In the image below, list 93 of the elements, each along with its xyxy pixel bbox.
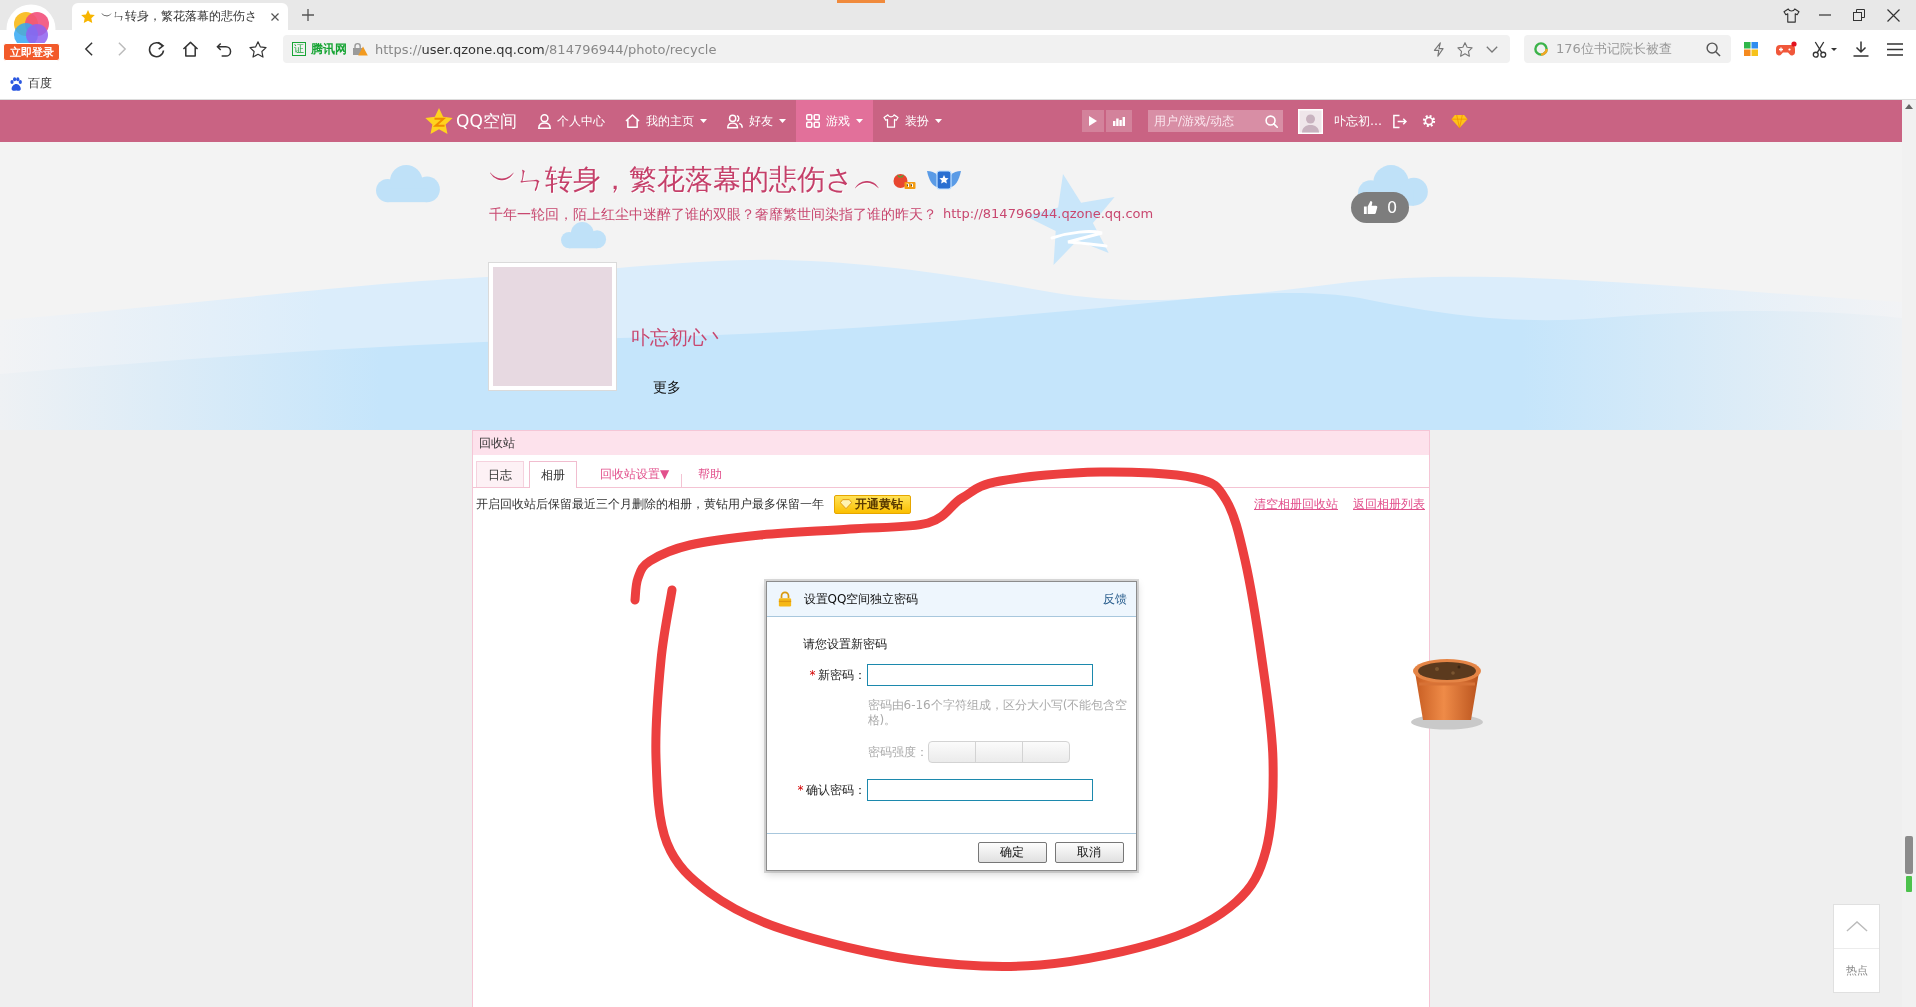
space-url-link[interactable]: http://814796944.qzone.qq.com bbox=[943, 205, 1154, 223]
undo-icon[interactable] bbox=[216, 41, 232, 57]
prompt-text: 请您设置新密码 bbox=[802, 637, 887, 652]
star-logo-icon bbox=[425, 108, 453, 134]
shirt-icon bbox=[882, 114, 899, 128]
album-list-link[interactable]: 返回相册列表 bbox=[1353, 495, 1425, 513]
like-button[interactable]: 0 bbox=[1351, 192, 1409, 223]
gamepad-icon[interactable] bbox=[1775, 41, 1797, 57]
nav-item[interactable]: 好友 bbox=[716, 100, 796, 142]
scissors-icon[interactable] bbox=[1811, 40, 1827, 58]
password-input[interactable] bbox=[866, 664, 1093, 686]
site-name: 腾讯网 bbox=[311, 40, 347, 58]
caret-icon[interactable] bbox=[1830, 47, 1837, 51]
play-button[interactable] bbox=[1082, 110, 1104, 132]
lock-warning-icon bbox=[352, 42, 368, 56]
avatar-icon[interactable] bbox=[1298, 108, 1323, 134]
lock-icon bbox=[777, 591, 792, 607]
help-link[interactable]: 帮助 bbox=[698, 461, 723, 487]
confirm-button[interactable]: 确定 bbox=[977, 841, 1047, 863]
space-title: ︶ㄣ转身，繁花落幕的悲伤さ︵ bbox=[489, 163, 882, 197]
confirm-password-input[interactable] bbox=[866, 779, 1093, 801]
menu-icon[interactable] bbox=[1887, 42, 1903, 56]
bar-chart-icon bbox=[1113, 116, 1125, 126]
vip-button[interactable]: 开通黄钻 bbox=[834, 494, 911, 514]
hot-button[interactable]: 热点 bbox=[1834, 949, 1879, 992]
indicator-bar bbox=[837, 0, 885, 3]
cloud-icon bbox=[376, 165, 440, 203]
close-icon[interactable] bbox=[1886, 8, 1900, 22]
nav-item[interactable]: 我的主页 bbox=[614, 100, 717, 142]
certified-mark: 证 bbox=[292, 42, 306, 56]
person-icon bbox=[537, 113, 551, 129]
grid-icon bbox=[805, 114, 820, 128]
reload-icon[interactable] bbox=[147, 40, 165, 58]
field-label: * 新密码： bbox=[808, 666, 867, 684]
user-name[interactable]: 卟忘初… bbox=[1334, 112, 1382, 130]
panel-tab[interactable]: 相册 bbox=[529, 461, 577, 488]
notice-text: 开启回收站后保留最近三个月删除的相册，黄钻用户最多保留一年 bbox=[476, 495, 824, 513]
diamond-icon bbox=[840, 499, 852, 509]
cloud-icon bbox=[561, 222, 607, 249]
settings-link[interactable]: 回收站设置▼ bbox=[600, 461, 670, 487]
lightning-icon[interactable] bbox=[1433, 41, 1444, 57]
address-bar[interactable]: 证 腾讯网 https://user.qzone.qq.com/814796944/photo/recycle bbox=[283, 35, 1510, 63]
star-icon bbox=[81, 10, 95, 23]
browser-tab[interactable]: ︶ㄣ转身，繁花落幕的悲伤さ bbox=[72, 3, 288, 30]
paw-icon bbox=[9, 76, 23, 91]
bookmark-link[interactable]: 百度 bbox=[9, 75, 52, 92]
wings-badge-icon bbox=[926, 168, 962, 192]
nickname: 卟忘初心丶 bbox=[631, 326, 726, 348]
panel-title: 回收站 bbox=[473, 431, 1429, 455]
shirt-icon[interactable] bbox=[1782, 7, 1800, 23]
scrollbar-thumb[interactable] bbox=[1905, 836, 1913, 874]
search-icon[interactable] bbox=[1706, 41, 1721, 57]
chart-button[interactable] bbox=[1106, 110, 1132, 132]
nav-item[interactable]: 个人中心 bbox=[527, 100, 615, 142]
thumb-up-icon bbox=[1362, 200, 1378, 215]
star-icon[interactable] bbox=[249, 40, 267, 58]
nav-item[interactable]: 装扮 bbox=[872, 100, 952, 142]
chevron-up-icon bbox=[1845, 921, 1868, 932]
cancel-button[interactable]: 取消 bbox=[1054, 841, 1124, 863]
ring-icon bbox=[1534, 42, 1548, 56]
hint-text: 密码由6-16个字符组成，区分大小写(不能包含空格)。 bbox=[867, 698, 1129, 728]
restore-icon[interactable] bbox=[1853, 9, 1865, 21]
star-icon[interactable] bbox=[1457, 41, 1473, 57]
play-icon bbox=[1089, 116, 1097, 126]
strength-label: 密码强度： bbox=[867, 743, 928, 761]
plus-icon[interactable] bbox=[302, 9, 314, 21]
more-link[interactable]: 更多 bbox=[653, 379, 681, 395]
qzone-logo[interactable]: QQ空间 bbox=[425, 108, 517, 134]
people-icon bbox=[726, 113, 743, 129]
motto-text: 千年一轮回，陌上红尘中迷醉了谁的双眼？奢靡繁世间染指了谁的昨天？ bbox=[489, 205, 937, 223]
search-field[interactable]: 176位书记院长被查 bbox=[1524, 35, 1731, 63]
panel-tab[interactable]: 日志 bbox=[476, 461, 524, 487]
address-text[interactable]: https://user.qzone.qq.com/814796944/photo/recycle bbox=[375, 41, 717, 57]
clear-recycle-link[interactable]: 清空相册回收站 bbox=[1254, 495, 1338, 513]
feedback-link[interactable]: 反馈 bbox=[1102, 590, 1127, 608]
download-icon[interactable] bbox=[1853, 41, 1869, 57]
settings-icon[interactable] bbox=[1422, 114, 1436, 128]
scroll-marker bbox=[1906, 876, 1912, 892]
search-field[interactable]: 用户/游戏/动态 bbox=[1148, 110, 1283, 132]
scroll-up-arrow-icon[interactable] bbox=[1905, 104, 1913, 109]
logout-icon[interactable] bbox=[1392, 113, 1407, 129]
chevron-down-icon[interactable] bbox=[1486, 45, 1498, 53]
home-icon[interactable] bbox=[181, 41, 199, 57]
close-icon[interactable] bbox=[271, 12, 279, 21]
nav-item[interactable]: 游戏 bbox=[795, 100, 873, 142]
four-squares-icon[interactable] bbox=[1744, 42, 1758, 56]
login-button[interactable]: 立即登录 bbox=[3, 43, 60, 61]
field-label: * 确认密码： bbox=[796, 781, 867, 799]
tomato-icon bbox=[891, 171, 917, 189]
diamond-icon[interactable] bbox=[1451, 113, 1468, 129]
dialog-title: 设置QQ空间独立密码 bbox=[803, 590, 919, 608]
home-icon bbox=[624, 114, 640, 128]
back-icon[interactable] bbox=[83, 41, 93, 57]
